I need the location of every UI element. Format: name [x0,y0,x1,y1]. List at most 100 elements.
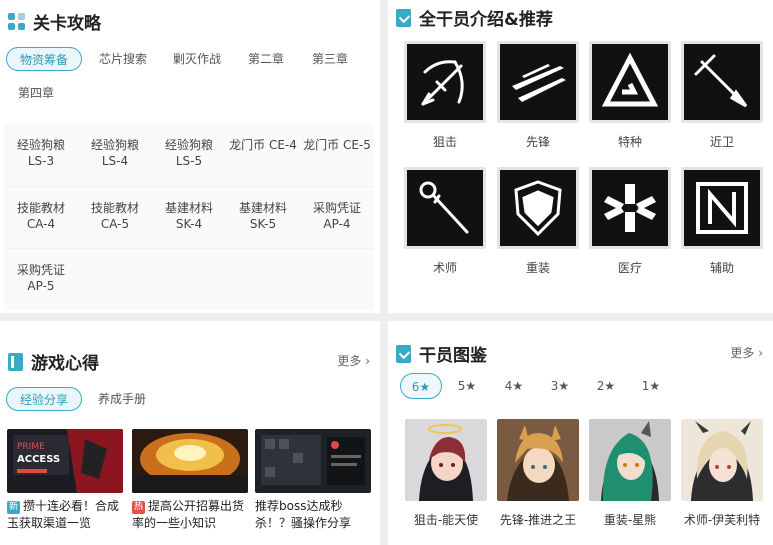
article-title: 攒十连必看！合成玉获取渠道一览 [7,499,120,530]
class-label: 医疗 [617,261,642,275]
levels-row: 采购凭证 AP-5 [4,248,374,310]
class-label: 重装 [525,261,550,275]
level-cell[interactable]: 技能教材 CA-5 [78,187,152,248]
class-sniper[interactable]: 狙击 [403,41,487,150]
level-name: 经验狗粮 [90,138,139,152]
class-defender[interactable]: 重装 [496,167,580,276]
article-title: 提高公开招募出货率的一些小知识 [132,499,245,530]
tab-chapter-3[interactable]: 第三章 [302,47,358,71]
level-code: SK-4 [175,217,203,231]
level-cell[interactable]: 龙门币 CE-5 [300,124,374,186]
class-label: 狙击 [432,135,457,149]
operator-name: 先锋-推进之王 [499,513,577,527]
operator-name: 狙击-能天使 [413,513,479,527]
level-cell[interactable]: 经验狗粮 LS-4 [78,124,152,186]
tab-2-star[interactable]: 2★ [585,373,627,399]
level-cell[interactable]: 经验狗粮 LS-5 [152,124,226,186]
level-cell[interactable]: 基建材料 SK-5 [226,187,300,248]
level-cell[interactable]: 经验狗粮 LS-3 [4,124,78,186]
crossbow-icon [404,41,486,123]
operator-portrait [405,419,487,501]
level-code: CA-5 [100,217,130,231]
level-cell[interactable]: 技能教材 CA-4 [4,187,78,248]
tab-handbook[interactable]: 养成手册 [88,387,156,411]
class-vanguard[interactable]: 先锋 [496,41,580,150]
class-supporter[interactable]: 辅助 [680,167,764,276]
levels-grid: 经验狗粮 LS-3 经验狗粮 LS-4 经验狗粮 LS-5 龙门币 CE-4 龙门币 … [4,124,374,310]
support-icon [681,167,763,249]
codex-title: 干员图鉴 [419,346,487,366]
slash-icon [497,41,579,123]
levels-panel: 关卡攻略 物资筹备 芯片搜索 剿灭作战 第二章 第三章 第四章 经验狗粮 LS-3… [0,0,380,313]
class-specialist[interactable]: 特种 [588,41,672,150]
level-name: 基建材料 [164,201,213,215]
class-label: 近卫 [709,135,734,149]
levels-row: 技能教材 CA-4 技能教材 CA-5 基建材料 SK-4 基建材料 SK-5 采购凭证… [4,186,374,248]
tab-chapter-4[interactable]: 第四章 [6,81,66,105]
level-name: 经验狗粮 [164,138,213,152]
tab-3-star[interactable]: 3★ [539,373,581,399]
operators-title: 全干员介绍&推荐 [419,10,553,30]
level-cell[interactable]: 采购凭证 AP-5 [4,249,78,310]
new-badge: 新 [7,501,20,514]
operator-card[interactable]: 狙击-能天使 [405,419,487,528]
class-caster[interactable]: 术师 [403,167,487,276]
operators-panel: 全干员介绍&推荐 狙击 先锋 特种 近卫 术师 重装 医疗 辅助 [388,0,773,313]
tab-chip-search[interactable]: 芯片搜索 [90,47,156,71]
level-code: LS-4 [101,154,129,168]
level-name: 技能教材 [16,201,65,215]
class-label: 先锋 [525,135,550,149]
codex-header: 干员图鉴 [396,341,487,366]
triangle-icon [589,41,671,123]
level-cell[interactable]: 采购凭证 AP-4 [300,187,374,248]
codex-panel: 干员图鉴 更多 › 6★ 5★ 4★ 3★ 2★ 1★ 狙击-能天使 先锋-推进… [388,321,773,545]
chevron-right-icon: › [758,346,763,360]
level-code: AP-4 [323,217,351,231]
level-code: SK-5 [249,217,277,231]
level-code: AP-5 [27,279,55,293]
thumb-access-text: ACCESS [17,454,60,465]
article-card[interactable]: 推荐boss达成秒杀！？骚操作分享 [255,429,371,532]
article-title: 推荐boss达成秒杀！？骚操作分享 [255,499,352,530]
operator-card[interactable]: 重装-星熊 [589,419,671,528]
operator-card[interactable]: 先锋-推进之王 [497,419,579,528]
class-label: 术师 [432,261,457,275]
staff-icon [404,167,486,249]
level-code: LS-5 [175,154,203,168]
shield-icon [497,167,579,249]
article-thumbnail [255,429,371,493]
article-card[interactable]: PRIME ACCESS 新攒十连必看！合成玉获取渠道一览 [7,429,123,532]
tab-materials[interactable]: 物资筹备 [6,47,82,71]
chevron-right-icon: › [365,354,370,368]
tips-more-link[interactable]: 更多 › [337,352,370,369]
tab-4-star[interactable]: 4★ [493,373,535,399]
level-cell[interactable]: 基建材料 SK-4 [152,187,226,248]
level-cell[interactable]: 龙门币 CE-4 [226,124,300,186]
levels-row: 经验狗粮 LS-3 经验狗粮 LS-4 经验狗粮 LS-5 龙门币 CE-4 龙门币 … [4,124,374,186]
tab-5-star[interactable]: 5★ [446,373,488,399]
codex-more-link[interactable]: 更多 › [730,344,763,361]
class-label: 辅助 [709,261,734,275]
tab-experience[interactable]: 经验分享 [6,387,82,411]
level-name: 龙门币 CE-4 [229,138,297,152]
tips-title: 游戏心得 [31,354,99,374]
levels-header: 关卡攻略 [8,9,101,34]
level-name: 经验狗粮 [16,138,65,152]
more-label: 更多 [730,346,755,360]
level-code: CA-4 [26,217,56,231]
tab-1-star[interactable]: 1★ [630,373,672,399]
article-card[interactable]: 热提高公开招募出货率的一些小知识 [132,429,248,532]
class-medic[interactable]: 医疗 [588,167,672,276]
hot-badge: 热 [132,501,145,514]
level-name: 龙门币 CE-5 [303,138,371,152]
tab-chapter-2[interactable]: 第二章 [238,47,294,71]
operator-portrait [497,419,579,501]
article-thumbnail: PRIME ACCESS [7,429,123,493]
operator-card[interactable]: 术师-伊芙利特 [681,419,763,528]
tab-annihilation[interactable]: 剿灭作战 [164,47,230,71]
tab-6-star[interactable]: 6★ [400,373,442,399]
operators-header: 全干员介绍&推荐 [396,5,553,30]
levels-title: 关卡攻略 [33,14,101,34]
class-guard[interactable]: 近卫 [680,41,764,150]
operator-portrait [681,419,763,501]
